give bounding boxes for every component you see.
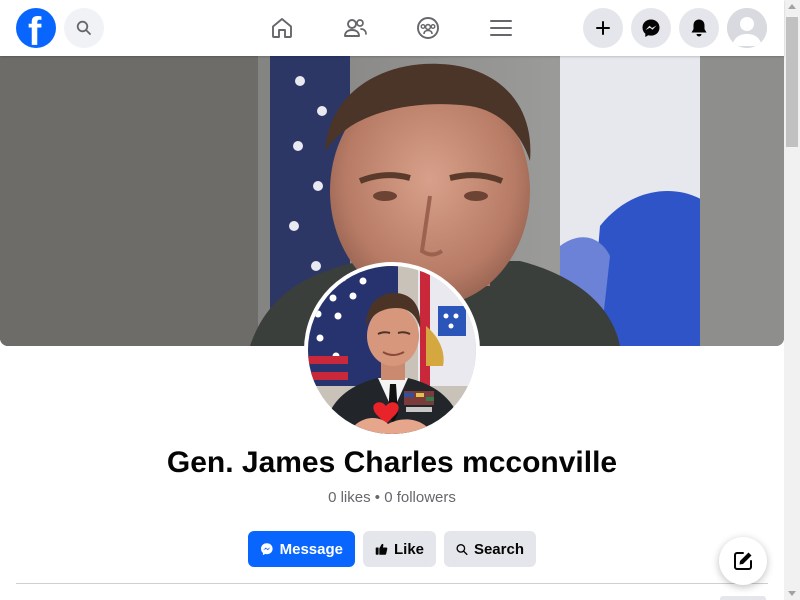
facebook-logo-icon[interactable]: f [16,8,56,48]
search-icon [76,20,91,35]
bottom-button-edge [720,596,766,600]
account-avatar-button[interactable] [727,8,767,48]
search-icon [456,543,468,555]
search-button[interactable] [64,8,104,48]
menu-nav-button[interactable] [485,12,517,44]
top-navigation-bar: f [0,0,784,56]
profile-picture[interactable] [304,262,480,438]
message-button[interactable]: Message [248,531,355,567]
plus-icon [596,21,610,35]
scroll-down-arrow-icon[interactable] [788,591,796,596]
search-button-label: Search [473,540,524,558]
like-button[interactable]: Like [363,531,436,567]
scrollbar-thumb[interactable] [786,17,798,147]
page-scrollbar[interactable] [784,0,800,600]
create-button[interactable] [583,8,623,48]
new-message-button[interactable] [719,537,767,585]
home-nav-button[interactable] [266,12,298,44]
friends-icon [344,19,367,37]
home-icon [272,18,292,38]
logo-letter: f [28,10,42,48]
groups-nav-button[interactable] [412,12,444,44]
profile-actions: Message Like Search [248,531,536,567]
hamburger-menu-icon [490,20,512,36]
groups-icon [417,17,439,39]
scroll-up-arrow-icon[interactable] [788,4,796,9]
profile-picture-image [308,266,476,434]
notifications-button[interactable] [679,8,719,48]
page-stats: 0 likes • 0 followers [328,489,456,506]
thumbs-up-icon [375,543,388,555]
bell-icon [691,19,707,37]
page-title: Gen. James Charles mcconville [166,446,618,479]
message-button-label: Message [279,540,343,558]
section-divider [16,583,768,584]
friends-nav-button[interactable] [339,12,371,44]
messenger-icon [642,19,660,37]
search-page-button[interactable]: Search [444,531,536,567]
messenger-icon [261,543,273,556]
compose-icon [734,552,752,570]
like-button-label: Like [393,540,424,558]
messenger-button[interactable] [631,8,671,48]
avatar-icon [727,8,767,48]
